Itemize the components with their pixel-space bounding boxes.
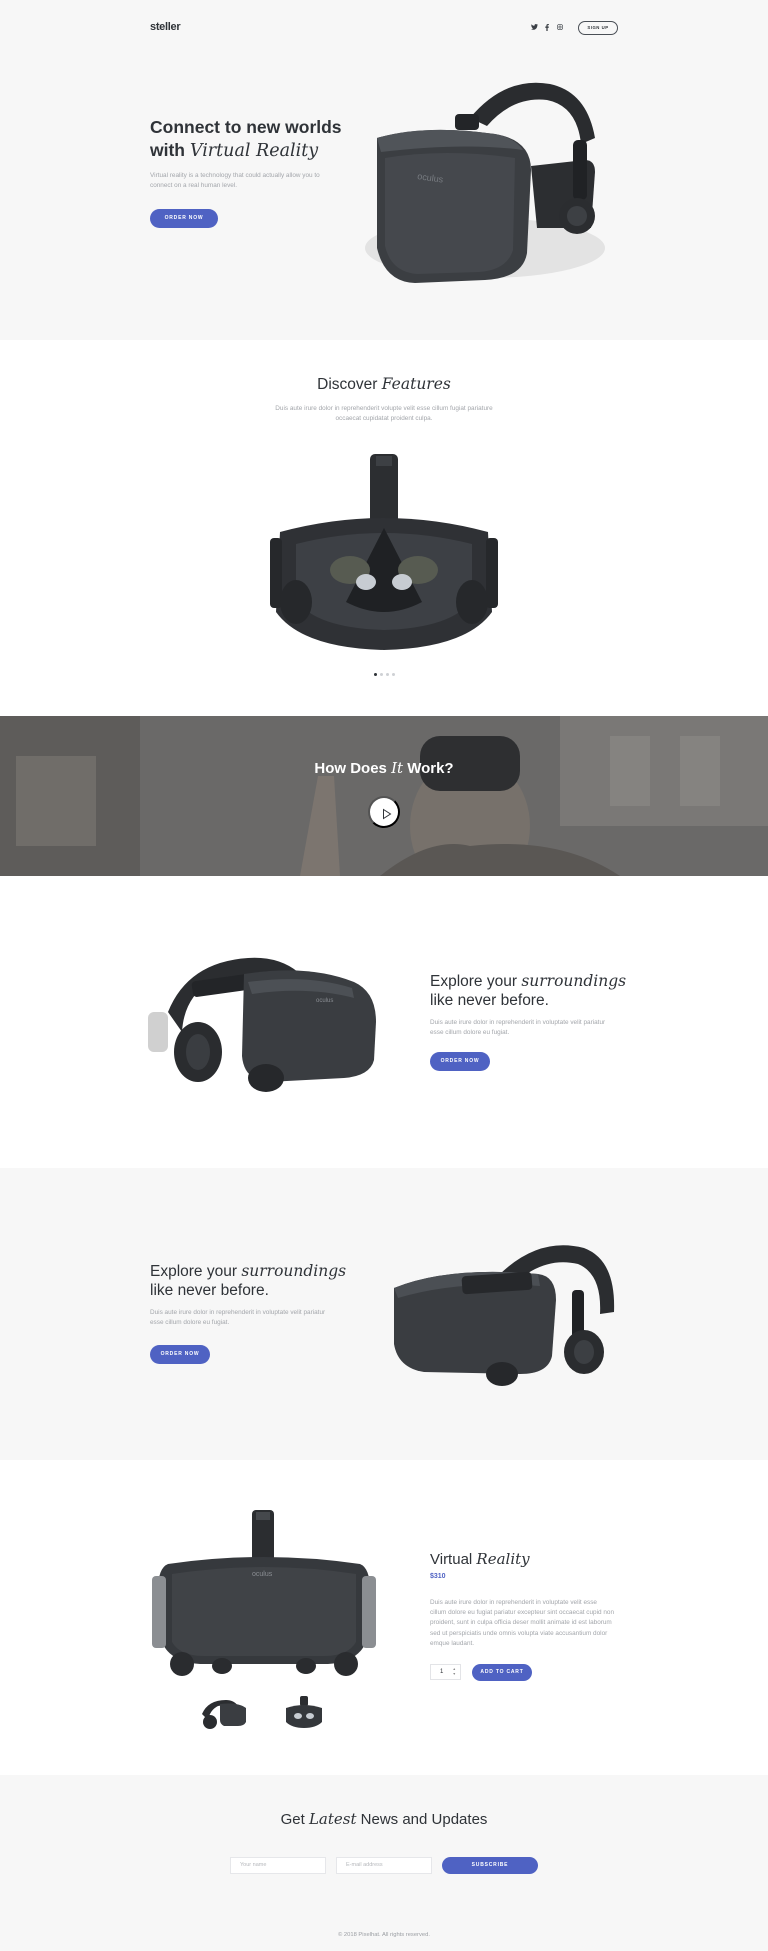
hero-title: Connect to new worlds with Virtual Reali… bbox=[150, 116, 390, 163]
carousel-dots bbox=[374, 673, 395, 676]
explore1-order-button[interactable]: ORDER NOW bbox=[430, 1052, 490, 1071]
product-section: oculus Virtual Reality $310 Duis aute ir… bbox=[0, 1460, 768, 1775]
hero-order-button[interactable]: ORDER NOW bbox=[150, 209, 218, 228]
hero-description: Virtual reality is a technology that cou… bbox=[150, 172, 320, 190]
facebook-icon[interactable] bbox=[545, 24, 549, 33]
explore1-title-line1: Explore your surroundings bbox=[430, 972, 630, 991]
svg-text:oculus: oculus bbox=[252, 1571, 273, 1578]
features-title-plain: Discover bbox=[317, 376, 382, 393]
explore1-title-a: Explore your bbox=[430, 973, 522, 990]
email-input[interactable]: E-mail address bbox=[336, 1857, 432, 1874]
video-section: How Does It Work? bbox=[0, 716, 768, 876]
twitter-icon[interactable] bbox=[531, 24, 538, 32]
copyright-text: © 2018 Pixelhat. All rights reserved. bbox=[338, 1932, 430, 1938]
product-thumbnail[interactable] bbox=[282, 1696, 326, 1730]
explore2-title-line1: Explore your surroundings bbox=[150, 1262, 350, 1281]
explore1-title-italic: surroundings bbox=[521, 972, 627, 990]
svg-text:oculus: oculus bbox=[316, 998, 333, 1004]
features-description: Duis aute irure dolor in reprehenderit v… bbox=[275, 405, 493, 423]
explore2-title: Explore your surroundings like never bef… bbox=[150, 1262, 350, 1300]
product-title-plain: Virtual bbox=[430, 1551, 477, 1568]
video-title-b: Work? bbox=[403, 760, 454, 777]
vr-headset-product-image: oculus bbox=[152, 1510, 376, 1676]
newsletter-title-italic: Latest bbox=[308, 1810, 357, 1828]
vr-headset-angled-image bbox=[394, 1245, 615, 1386]
explore1-title-line2: like never before. bbox=[430, 992, 549, 1009]
explore-section-2: Explore your surroundings like never bef… bbox=[0, 1168, 768, 1460]
explore2-title-a: Explore your bbox=[150, 1263, 242, 1280]
quantity-stepper[interactable]: 1 ▲ ▼ bbox=[430, 1664, 461, 1680]
add-to-cart-button[interactable]: ADD TO CART bbox=[472, 1664, 532, 1681]
vr-headset-side-image: oculus bbox=[148, 957, 376, 1092]
explore2-title-italic: surroundings bbox=[241, 1262, 347, 1280]
newsletter-title-a: Get bbox=[280, 1811, 309, 1828]
carousel-dot[interactable] bbox=[380, 673, 383, 676]
newsletter-section: Get Latest News and Updates Your name E-… bbox=[0, 1775, 768, 1951]
explore2-order-button[interactable]: ORDER NOW bbox=[150, 1345, 210, 1364]
video-title-a: How Does bbox=[314, 760, 392, 777]
hero-title-italic: Virtual Reality bbox=[189, 141, 319, 161]
vr-headset-thumbnail-back bbox=[286, 1696, 322, 1728]
video-title-italic: It bbox=[391, 759, 404, 777]
hero-section: steller SIGN UP Connect to new worlds wi… bbox=[0, 0, 768, 340]
carousel-dot[interactable] bbox=[392, 673, 395, 676]
sign-up-button[interactable]: SIGN UP bbox=[578, 21, 618, 35]
product-price: $310 bbox=[430, 1573, 446, 1580]
explore2-title-line2: like never before. bbox=[150, 1282, 269, 1299]
hero-title-line1: Connect to new worlds bbox=[150, 117, 342, 137]
features-title-italic: Features bbox=[381, 375, 451, 393]
features-title: Discover Features bbox=[0, 375, 768, 394]
chevron-down-icon[interactable]: ▼ bbox=[453, 1672, 456, 1677]
play-icon bbox=[383, 808, 392, 820]
hero-title-with: with bbox=[150, 140, 190, 160]
vr-headset-hero-image: oculus bbox=[365, 82, 605, 283]
vr-headset-thumbnail-side bbox=[202, 1700, 246, 1729]
explore-section-1: oculus Explore your surroundings like ne… bbox=[0, 876, 768, 1168]
explore1-title: Explore your surroundings like never bef… bbox=[430, 972, 630, 1010]
product-thumbnail[interactable] bbox=[198, 1696, 250, 1730]
instagram-icon[interactable] bbox=[557, 24, 563, 32]
carousel-dot[interactable] bbox=[386, 673, 389, 676]
quantity-arrows[interactable]: ▲ ▼ bbox=[453, 1667, 456, 1677]
video-title: How Does It Work? bbox=[0, 759, 768, 777]
vr-headset-features-image bbox=[270, 454, 498, 650]
quantity-value: 1 bbox=[440, 1669, 444, 1675]
hero-title-line2: with Virtual Reality bbox=[150, 139, 390, 163]
play-button[interactable] bbox=[368, 796, 400, 828]
name-input[interactable]: Your name bbox=[230, 1857, 326, 1874]
product-title-italic: Reality bbox=[476, 1550, 530, 1568]
carousel-dot[interactable] bbox=[374, 673, 377, 676]
product-title: Virtual Reality bbox=[430, 1550, 530, 1569]
subscribe-button[interactable]: SUBSCRIBE bbox=[442, 1857, 538, 1874]
logo[interactable]: steller bbox=[150, 21, 181, 33]
product-description: Duis aute irure dolor in reprehenderit i… bbox=[430, 1599, 615, 1647]
newsletter-title-b: News and Updates bbox=[356, 1811, 488, 1828]
features-section: Discover Features Duis aute irure dolor … bbox=[0, 340, 768, 716]
newsletter-title: Get Latest News and Updates bbox=[0, 1810, 768, 1829]
explore2-description: Duis aute irure dolor in reprehenderit i… bbox=[150, 1309, 326, 1327]
explore1-description: Duis aute irure dolor in reprehenderit i… bbox=[430, 1019, 606, 1037]
